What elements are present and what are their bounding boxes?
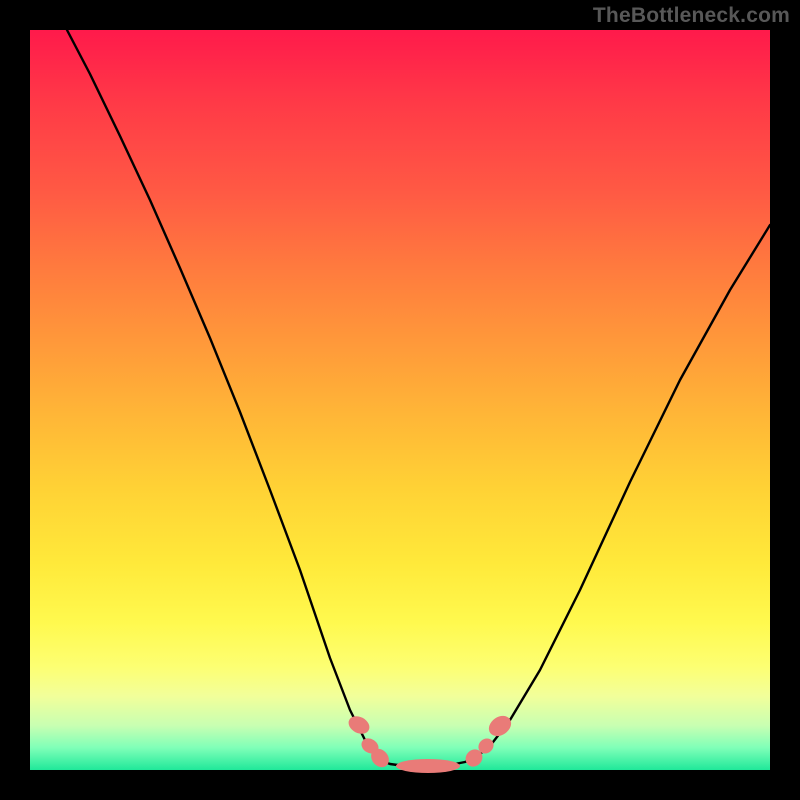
- curve-marker: [485, 712, 515, 741]
- curve-path: [67, 30, 770, 766]
- curve-marker: [396, 759, 460, 773]
- chart-plot-area: [30, 30, 770, 770]
- curve-marker: [346, 713, 373, 737]
- bottleneck-curve: [67, 30, 770, 766]
- chart-frame: TheBottleneck.com: [0, 0, 800, 800]
- chart-svg: [30, 30, 770, 770]
- attribution-label: TheBottleneck.com: [593, 4, 790, 28]
- marker-group: [346, 712, 515, 773]
